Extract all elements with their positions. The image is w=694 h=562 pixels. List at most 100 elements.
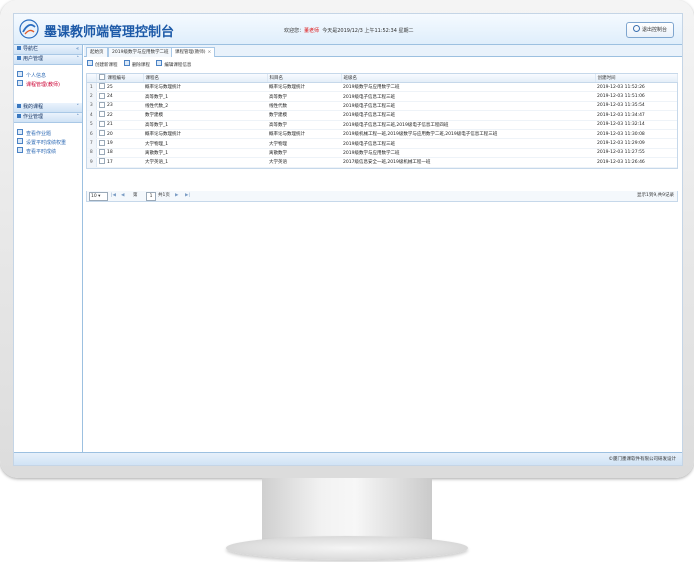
table-row[interactable]: 3 23 线性代数_2 线性代数 2019级电子信息工程三班 2019-12-03 11:…	[87, 101, 677, 112]
table-row[interactable]: 8 18 离散数学_1 离散数学 2019级数学与应用数学二班 2019-12-03 11…	[87, 148, 677, 159]
section-body-user: 个人信息 课程管理(教师)	[14, 65, 82, 103]
create-course-button[interactable]: 创建新课程	[87, 60, 118, 71]
edit-course-label: 编辑课程信息	[164, 63, 192, 68]
row-checkbox[interactable]	[96, 120, 105, 130]
table-row[interactable]: 4 22 数学建模 数学建模 2019级电子信息工程三班 2019-12-03 11:34…	[87, 110, 677, 121]
nav-item-label: 个人信息	[26, 73, 47, 79]
gear-icon	[17, 138, 23, 144]
section-title: 用户管理	[23, 56, 44, 62]
app-screen: 墨课教师端管理控制台 欢迎您：董老师 今天是2019/12/3 上午11:52:…	[13, 13, 683, 466]
app-header: 墨课教师端管理控制台 欢迎您：董老师 今天是2019/12/3 上午11:52:…	[14, 14, 682, 45]
row-checkbox[interactable]	[96, 148, 105, 159]
row-number-header	[87, 74, 97, 83]
nav-item-view-homework[interactable]: 查看作业题	[17, 129, 82, 138]
sidebar: 导航栏 « 用户管理 ˄ 个人信息 课程管理(教师) 我的课程 ˅ 作业管理 ˄…	[14, 45, 83, 452]
row-checkbox[interactable]	[96, 138, 105, 149]
user-icon	[17, 71, 23, 77]
row-checkbox[interactable]	[96, 157, 105, 168]
chevron-down-icon[interactable]: ˅	[77, 103, 80, 112]
section-header-homework[interactable]: 作业管理 ˄	[14, 113, 82, 123]
column-header-course-id[interactable]: 课程编号	[105, 74, 144, 83]
book-icon	[17, 80, 23, 86]
record-info: 显示1到9,共9记录	[636, 193, 674, 198]
table-row[interactable]: 2 24 高等数学_1 高等数学 2019级电子信息工程三班 2019-12-03 11:…	[87, 91, 677, 102]
app-title: 墨课教师端管理控制台	[44, 25, 175, 40]
footer: ©厦门墨课软件有限公司研发设计	[14, 452, 682, 465]
section-icon	[17, 114, 21, 118]
nav-icon	[17, 46, 21, 50]
section-icon	[17, 56, 21, 60]
table-row[interactable]: 5 21 高等数学_1 高等数学 2019级电子信息工程三班,2019级电子信息工程四班…	[87, 120, 677, 130]
tab-label: 起始页	[90, 50, 104, 55]
create-course-label: 创建新课程	[95, 63, 118, 68]
table-row[interactable]: 7 19 大学物理_1 大学物理 2019级电子信息工程三班 2019-12-03 11:…	[87, 138, 677, 149]
edit-course-button[interactable]: 编辑课程信息	[156, 60, 191, 71]
current-datetime: 今天是2019/12/3 上午11:52:34 星期二	[322, 28, 414, 34]
row-checkbox[interactable]	[96, 101, 105, 112]
close-icon[interactable]: ×	[208, 50, 212, 55]
nav-item-view-scores[interactable]: 查看平时成绩	[17, 147, 82, 156]
tab-class[interactable]: 2019级数学与应用数学二班×	[108, 47, 179, 57]
last-page-icon[interactable]: ▶|	[185, 191, 190, 201]
document-icon	[17, 129, 23, 135]
copyright-text: ©厦门墨课软件有限公司研发设计	[608, 457, 677, 462]
nav-item-label: 查看作业题	[26, 131, 52, 137]
column-header-course-name[interactable]: 课程名	[143, 74, 268, 83]
chevron-up-icon[interactable]: ˄	[77, 55, 80, 64]
power-icon	[632, 25, 640, 32]
pagination-bar: 10 ▾ |◀ ◀ 第 1 共1页 ▶ ▶| 显示1到9,共9记录	[86, 191, 678, 202]
monitor-stand-neck	[262, 478, 432, 540]
next-page-icon[interactable]: ▶	[175, 191, 178, 201]
monitor-stand-base	[226, 536, 468, 560]
user-name: 董老师	[304, 28, 320, 34]
delete-course-label: 删除课程	[131, 63, 150, 68]
welcome-prefix: 欢迎您：	[284, 28, 305, 34]
page-label: 第	[133, 193, 138, 198]
table-row[interactable]: 6 20 概率论与数理统计 概率论与数理统计 2019级机械工程一班,2019级数学与应…	[87, 129, 677, 140]
table-header-row: 课程编号 课程名 科目名 班级名 创建时间	[87, 74, 678, 83]
section-header-my-courses[interactable]: 我的课程 ˅	[14, 103, 82, 113]
nav-header-label: 导航栏	[23, 46, 39, 52]
collapse-icon[interactable]: «	[76, 45, 79, 54]
tab-label: 课程管理(教师)	[175, 50, 206, 55]
section-title: 我的课程	[23, 104, 44, 110]
course-table: 课程编号 课程名 科目名 班级名 创建时间 1 25 概率论与数理统计 概率论与数理统…	[86, 73, 678, 169]
tab-bar: 起始页 2019级数学与应用数学二班× 课程管理(教师)×	[84, 45, 682, 57]
table-row[interactable]: 1 25 概率论与数理统计 概率论与数理统计 2019级数学与应用数学二班 2019-12…	[87, 82, 677, 93]
nav-item-set-weights[interactable]: 设置平时成绩权重	[17, 138, 82, 147]
section-header-user[interactable]: 用户管理 ˄	[14, 55, 82, 65]
tab-home[interactable]: 起始页	[86, 47, 108, 57]
add-icon	[87, 60, 93, 66]
prev-page-icon[interactable]: ◀	[121, 191, 124, 201]
nav-item-label: 查看平时成绩	[26, 149, 57, 155]
toolbar: 创建新课程 删除课程 编辑课程信息	[87, 60, 677, 70]
table-row[interactable]: 9 17 大学英语_1 大学英语 2017级信息安全一班,2019级机械工程一班 2019…	[87, 157, 677, 168]
nav-item-label: 设置平时成绩权重	[26, 140, 67, 146]
delete-icon	[123, 60, 130, 66]
row-checkbox[interactable]	[96, 91, 105, 102]
row-checkbox[interactable]	[96, 110, 105, 121]
chart-icon	[17, 147, 23, 153]
section-body-homework: 查看作业题 设置平时成绩权重 查看平时成绩	[14, 123, 82, 160]
select-all-checkbox[interactable]	[96, 74, 106, 83]
delete-course-button[interactable]: 删除课程	[123, 60, 150, 71]
column-header-class[interactable]: 班级名	[341, 74, 596, 83]
edit-icon	[156, 60, 163, 66]
logo-icon	[19, 19, 39, 39]
exit-console-button[interactable]: 退出控制台	[626, 22, 674, 38]
page-size-select[interactable]: 10 ▾	[89, 192, 108, 201]
tab-course-management[interactable]: 课程管理(教师) ×	[171, 47, 216, 57]
column-header-created[interactable]: 创建时间	[595, 74, 678, 83]
section-icon	[17, 104, 21, 108]
nav-item-profile[interactable]: 个人信息	[17, 71, 82, 80]
first-page-icon[interactable]: |◀	[111, 191, 116, 201]
column-header-subject[interactable]: 科目名	[267, 74, 342, 83]
row-checkbox[interactable]	[96, 82, 105, 93]
nav-item-course-management[interactable]: 课程管理(教师)	[17, 80, 82, 89]
nav-item-label: 课程管理(教师)	[26, 82, 60, 88]
chevron-up-icon[interactable]: ˄	[77, 113, 80, 122]
row-checkbox[interactable]	[96, 129, 105, 140]
section-title: 作业管理	[23, 114, 44, 120]
nav-header: 导航栏 «	[14, 45, 82, 55]
page-number-input[interactable]: 1	[146, 192, 156, 201]
